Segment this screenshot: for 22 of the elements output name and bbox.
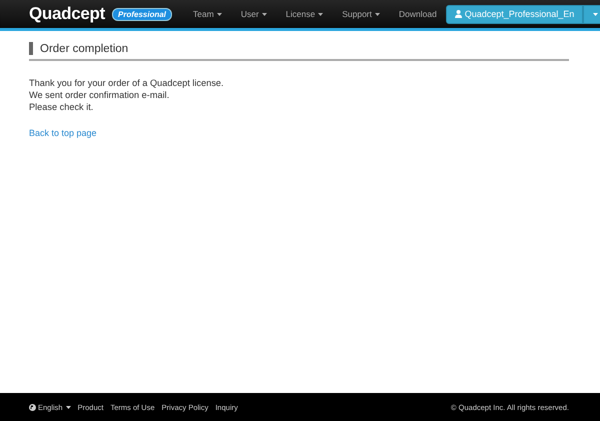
edition-badge: Professional (112, 8, 172, 20)
caret-icon (66, 406, 71, 408)
dropdown-toggle[interactable] (583, 4, 600, 24)
caret-icon (318, 12, 324, 16)
nav-menu-item[interactable]: Download (388, 9, 446, 19)
logo[interactable]: Quadcept (29, 4, 106, 24)
page-title: Order completion (40, 42, 128, 54)
nav-menu-item[interactable]: Support (332, 9, 389, 19)
caret-icon (593, 12, 598, 16)
message-line: Thank you for your order of a Quadcept license. (29, 77, 224, 89)
nav-menu-item[interactable]: License (276, 9, 332, 19)
message-line: We sent order confirmation e-mail. (29, 89, 170, 101)
caret-icon (262, 12, 267, 16)
title-marker (29, 42, 33, 55)
globe-icon (29, 404, 36, 410)
message-line: Please check it. (29, 101, 94, 113)
caret-icon (216, 12, 222, 16)
user-icon (454, 10, 462, 18)
caret-icon (374, 12, 380, 16)
nav-menu-item[interactable]: Team (183, 9, 231, 19)
nav-menu-item[interactable]: User (230, 9, 276, 19)
back-link[interactable]: Back to top page (29, 128, 97, 138)
